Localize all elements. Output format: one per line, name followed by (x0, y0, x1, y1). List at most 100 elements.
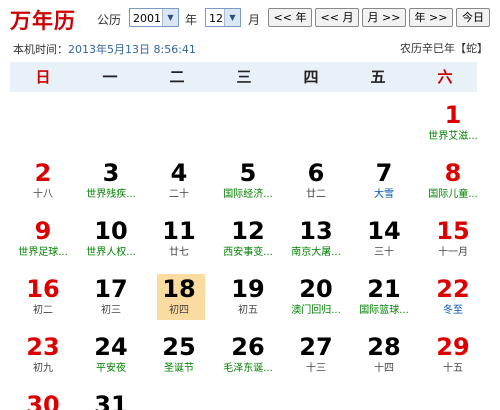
next-year-button[interactable]: 年 >> (409, 8, 453, 27)
chevron-down-icon[interactable]: ▼ (224, 9, 240, 26)
day-cell[interactable]: 21 国际篮球... (351, 274, 417, 332)
day-cell[interactable]: 17 初三 (78, 274, 144, 332)
prev-year-button[interactable]: << 年 (268, 8, 312, 27)
day-cell[interactable]: 24 平安夜 (78, 332, 144, 390)
day-note: 十四 (374, 363, 394, 374)
day-note: 南京大屠... (291, 247, 341, 258)
weekday-mon: 一 (102, 68, 118, 86)
day-note: 初二 (33, 305, 53, 316)
day-number: 28 (367, 333, 401, 361)
day-number: 24 (94, 333, 128, 361)
weekday-sun: 日 (35, 68, 51, 86)
day-note: 世界足球... (18, 247, 68, 258)
day-note: 国际篮球... (359, 305, 409, 316)
month-select-value: 12 (209, 12, 223, 25)
calendar-header: 万年历 公历 2001 ▼ 年 12 ▼ 月 << 年 << 月 月 >> 年 … (0, 0, 500, 60)
day-note: 澳门回归... (291, 305, 341, 316)
day-number: 22 (436, 275, 470, 303)
day-cell[interactable]: 3 世界残疾... (78, 158, 144, 216)
day-number: 25 (162, 333, 196, 361)
year-suffix-label: 年 (185, 13, 198, 27)
next-month-button[interactable]: 月 >> (362, 8, 406, 27)
day-number: 3 (102, 159, 120, 187)
day-cell[interactable]: 1 世界艾滋... (420, 100, 486, 158)
day-number: 13 (299, 217, 333, 245)
day-number: 15 (436, 217, 470, 245)
day-note: 国际儿童... (428, 189, 478, 200)
year-select[interactable]: 2001 ▼ (129, 8, 179, 27)
today-button[interactable]: 今日 (456, 8, 490, 27)
local-time-value: 2013年5月13日 8:56:41 (68, 43, 196, 56)
day-cell[interactable]: 14 三十 (351, 216, 417, 274)
day-note: 十三 (306, 363, 326, 374)
day-number: 11 (162, 217, 196, 245)
day-cell[interactable]: 11 廿七 (146, 216, 212, 274)
day-note: 冬至 (443, 305, 463, 316)
day-number: 21 (367, 275, 401, 303)
day-cell[interactable]: 9 世界足球... (10, 216, 76, 274)
day-cell[interactable]: 10 世界人权... (78, 216, 144, 274)
day-note: 初五 (238, 305, 258, 316)
chevron-down-icon[interactable]: ▼ (162, 9, 178, 26)
day-cell[interactable]: 12 西安事变... (215, 216, 281, 274)
day-number: 26 (231, 333, 265, 361)
day-number: 19 (231, 275, 265, 303)
app-logo: 万年历 (10, 8, 76, 33)
day-number: 5 (239, 159, 257, 187)
day-note: 毛泽东诞... (223, 363, 273, 374)
day-cell[interactable]: 25 圣诞节 (146, 332, 212, 390)
day-note: 世界艾滋... (428, 131, 478, 142)
day-number: 2 (34, 159, 52, 187)
day-cell[interactable]: 27 十三 (283, 332, 349, 390)
day-number: 31 (94, 391, 128, 410)
day-note: 廿七 (169, 247, 189, 258)
month-select[interactable]: 12 ▼ (205, 8, 241, 27)
day-cell[interactable]: 23 初九 (10, 332, 76, 390)
day-cell[interactable]: 30 (10, 390, 76, 410)
day-cell[interactable]: 28 十四 (351, 332, 417, 390)
weekday-wed: 三 (236, 68, 252, 86)
day-number: 12 (231, 217, 265, 245)
day-cell[interactable]: 7 大雪 (351, 158, 417, 216)
day-number: 30 (26, 391, 60, 410)
day-note: 初四 (169, 305, 189, 316)
day-cell[interactable]: 15 十一月 (420, 216, 486, 274)
day-note: 西安事变... (223, 247, 273, 258)
day-note: 初三 (101, 305, 121, 316)
day-cell[interactable]: 19 初五 (215, 274, 281, 332)
day-note: 十八 (33, 189, 53, 200)
day-cell[interactable]: 8 国际儿童... (420, 158, 486, 216)
day-number: 27 (299, 333, 333, 361)
day-number: 6 (307, 159, 325, 187)
day-number: 7 (375, 159, 393, 187)
day-cell[interactable]: 20 澳门回归... (283, 274, 349, 332)
day-number: 17 (94, 275, 128, 303)
day-cell[interactable]: 22 冬至 (420, 274, 486, 332)
day-cell[interactable]: 16 初二 (10, 274, 76, 332)
day-cell[interactable]: 26 毛泽东诞... (215, 332, 281, 390)
day-note: 十五 (443, 363, 463, 374)
weekday-sat: 六 (437, 68, 453, 86)
day-note: 世界残疾... (86, 189, 136, 200)
day-cell[interactable]: 31 (78, 390, 144, 410)
prev-month-button[interactable]: << 月 (315, 8, 359, 27)
local-time: 本机时间：2013年5月13日 8:56:41 (13, 41, 196, 57)
day-number: 16 (26, 275, 60, 303)
day-number: 23 (26, 333, 60, 361)
day-cell-today[interactable]: 18 初四 (146, 274, 212, 332)
weekday-header: 日 一 二 三 四 五 六 (10, 62, 477, 92)
day-note: 大雪 (374, 189, 394, 200)
day-cell[interactable]: 13 南京大屠... (283, 216, 349, 274)
day-cell[interactable]: 6 廿二 (283, 158, 349, 216)
day-number: 1 (444, 101, 462, 129)
day-number: 8 (444, 159, 462, 187)
day-cell[interactable]: 5 国际经济... (215, 158, 281, 216)
day-cell[interactable]: 2 十八 (10, 158, 76, 216)
day-cell[interactable]: 4 二十 (146, 158, 212, 216)
day-number: 14 (367, 217, 401, 245)
weekday-tue: 二 (169, 68, 185, 86)
day-number: 10 (94, 217, 128, 245)
day-note: 平安夜 (96, 363, 126, 374)
day-cell[interactable]: 29 十五 (420, 332, 486, 390)
weekday-thu: 四 (303, 68, 319, 86)
